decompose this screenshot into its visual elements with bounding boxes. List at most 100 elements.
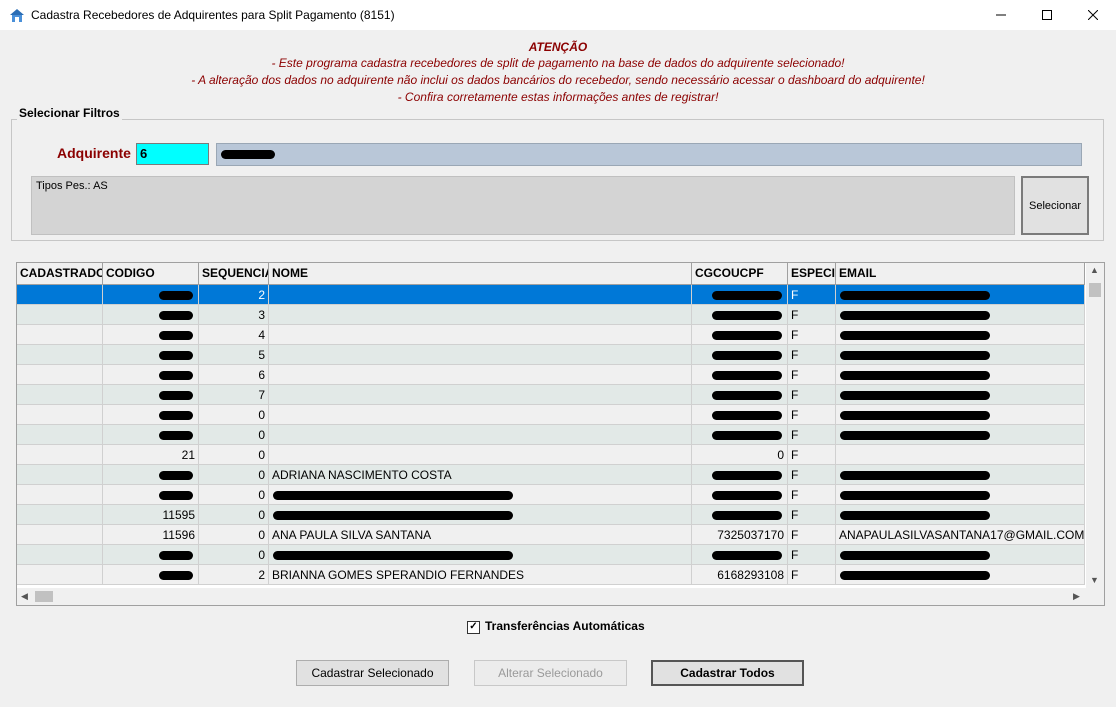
adquirente-code-field[interactable]: 6 bbox=[136, 143, 209, 165]
title-bar: Cadastra Recebedores de Adquirentes para… bbox=[0, 0, 1116, 30]
table-row[interactable]: 7F bbox=[17, 385, 1085, 405]
cell-especie: F bbox=[788, 325, 836, 345]
redacted-mark bbox=[840, 411, 990, 420]
redacted-mark bbox=[273, 511, 513, 520]
table-row[interactable]: 0F bbox=[17, 405, 1085, 425]
redacted-mark bbox=[840, 311, 990, 320]
cell-nome bbox=[269, 365, 692, 385]
redacted-mark bbox=[712, 471, 782, 480]
filters-legend: Selecionar Filtros bbox=[17, 106, 122, 120]
redacted-mark bbox=[159, 371, 193, 380]
horizontal-scrollbar[interactable]: ◀ ▶ bbox=[17, 588, 1104, 605]
table-row[interactable]: 2 BRIANNA GOMES SPERANDIO FERNANDES 616829… bbox=[17, 565, 1085, 585]
cell-cadastrado bbox=[17, 305, 103, 325]
redacted-mark bbox=[712, 391, 782, 400]
cell-sequencia: 0 bbox=[199, 525, 269, 545]
cell-especie: F bbox=[788, 285, 836, 305]
cell-sequencia: 3 bbox=[199, 305, 269, 325]
cell-nome bbox=[269, 385, 692, 405]
cadastrar-todos-button[interactable]: Cadastrar Todos bbox=[651, 660, 804, 686]
cell-nome: ADRIANA NASCIMENTO COSTA bbox=[269, 465, 692, 485]
redacted-mark bbox=[840, 491, 990, 500]
col-email[interactable]: EMAIL bbox=[836, 263, 1085, 284]
col-especie[interactable]: ESPECIE bbox=[788, 263, 836, 284]
redacted-mark bbox=[712, 551, 782, 560]
minimize-button[interactable] bbox=[978, 0, 1024, 30]
cell-nome bbox=[269, 345, 692, 365]
cell-especie: F bbox=[788, 485, 836, 505]
cell-sequencia: 7 bbox=[199, 385, 269, 405]
cell-cadastrado bbox=[17, 285, 103, 305]
col-codigo[interactable]: CODIGO bbox=[103, 263, 199, 284]
cell-especie: F bbox=[788, 385, 836, 405]
cell-especie: F bbox=[788, 405, 836, 425]
attention-notice: ATENÇÃO - Este programa cadastra recebed… bbox=[0, 40, 1116, 106]
auto-transfer-checkbox[interactable]: ✓ bbox=[467, 621, 480, 634]
table-row[interactable]: 0F bbox=[17, 545, 1085, 565]
close-icon bbox=[1088, 10, 1098, 20]
cell-cadastrado bbox=[17, 545, 103, 565]
vertical-scroll-thumb[interactable] bbox=[1089, 283, 1101, 297]
col-sequencia[interactable]: SEQUENCIA bbox=[199, 263, 269, 284]
cell-cgcoucpf: 7325037170 bbox=[692, 525, 788, 545]
redacted-mark bbox=[840, 571, 990, 580]
table-row[interactable]: 6F bbox=[17, 365, 1085, 385]
cell-sequencia: 0 bbox=[199, 405, 269, 425]
table-row[interactable]: 5F bbox=[17, 345, 1085, 365]
cell-sequencia: 4 bbox=[199, 325, 269, 345]
close-button[interactable] bbox=[1070, 0, 1116, 30]
table-row[interactable]: 0 ADRIANA NASCIMENTO COSTA F bbox=[17, 465, 1085, 485]
cell-nome bbox=[269, 285, 692, 305]
cell-especie: F bbox=[788, 505, 836, 525]
grid-header: CADASTRADO CODIGO SEQUENCIA NOME CGCOUCP… bbox=[17, 263, 1085, 285]
auto-transfer-label[interactable]: Transferências Automáticas bbox=[485, 619, 645, 633]
scroll-up-icon[interactable]: ▲ bbox=[1090, 265, 1099, 275]
table-row[interactable]: 0F bbox=[17, 425, 1085, 445]
cell-sequencia: 0 bbox=[199, 505, 269, 525]
scroll-down-icon[interactable]: ▼ bbox=[1090, 575, 1099, 585]
maximize-icon bbox=[1042, 10, 1052, 20]
table-row[interactable]: 21 0 0 F bbox=[17, 445, 1085, 465]
cell-cadastrado bbox=[17, 325, 103, 345]
cadastrar-selecionado-button[interactable]: Cadastrar Selecionado bbox=[296, 660, 449, 686]
table-row[interactable]: 11595 0 F bbox=[17, 505, 1085, 525]
redacted-mark bbox=[273, 491, 513, 500]
vertical-scrollbar[interactable]: ▲ ▼ bbox=[1086, 263, 1104, 589]
selecionar-button[interactable]: Selecionar bbox=[1021, 176, 1089, 235]
cell-especie: F bbox=[788, 345, 836, 365]
redacted-mark bbox=[273, 551, 513, 560]
table-row[interactable]: 4F bbox=[17, 325, 1085, 345]
redacted-mark bbox=[159, 571, 193, 580]
cell-sequencia: 5 bbox=[199, 345, 269, 365]
cell-nome bbox=[269, 305, 692, 325]
cell-sequencia: 0 bbox=[199, 425, 269, 445]
cell-cadastrado bbox=[17, 425, 103, 445]
horizontal-scroll-thumb[interactable] bbox=[35, 591, 53, 602]
cell-sequencia: 2 bbox=[199, 285, 269, 305]
scroll-left-icon[interactable]: ◀ bbox=[21, 591, 28, 602]
col-cgcoucpf[interactable]: CGCOUCPF bbox=[692, 263, 788, 284]
attention-title: ATENÇÃO bbox=[528, 40, 588, 54]
table-row[interactable]: 2F bbox=[17, 285, 1085, 305]
table-row[interactable]: 0F bbox=[17, 485, 1085, 505]
cell-cgcoucpf: 0 bbox=[692, 445, 788, 465]
table-row[interactable]: 11596 0 ANA PAULA SILVA SANTANA 7325037170 F… bbox=[17, 525, 1085, 545]
cell-especie: F bbox=[788, 425, 836, 445]
cell-cadastrado bbox=[17, 405, 103, 425]
redacted-mark bbox=[712, 511, 782, 520]
col-nome[interactable]: NOME bbox=[269, 263, 692, 284]
grid-rows: 2 F 3 F 4 F 5 F 6 F 7 F 0 F 0 F 21 0 0 F 0 ADRIANA NASCIMENTO… bbox=[17, 285, 1085, 585]
col-cadastrado[interactable]: CADASTRADO bbox=[17, 263, 103, 284]
recebedores-grid[interactable]: CADASTRADO CODIGO SEQUENCIA NOME CGCOUCP… bbox=[16, 262, 1105, 606]
redacted-mark bbox=[159, 551, 193, 560]
cell-nome bbox=[269, 325, 692, 345]
table-row[interactable]: 3F bbox=[17, 305, 1085, 325]
cell-codigo: 11596 bbox=[103, 525, 199, 545]
alterar-selecionado-button[interactable]: Alterar Selecionado bbox=[474, 660, 627, 686]
redacted-mark bbox=[712, 371, 782, 380]
redacted-mark bbox=[159, 411, 193, 420]
cell-especie: F bbox=[788, 465, 836, 485]
scroll-right-icon[interactable]: ▶ bbox=[1073, 591, 1080, 602]
maximize-button[interactable] bbox=[1024, 0, 1070, 30]
redacted-mark bbox=[712, 411, 782, 420]
